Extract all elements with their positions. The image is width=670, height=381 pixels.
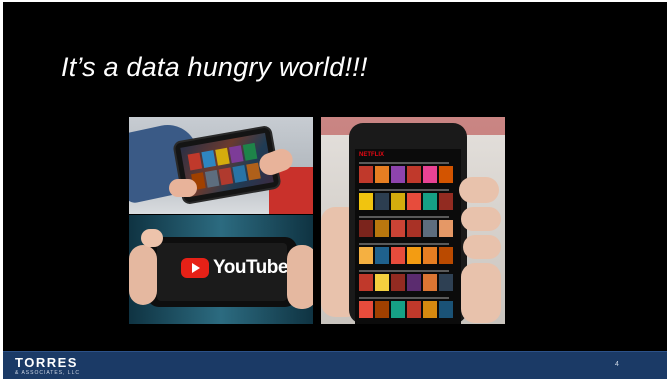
- company-logo-text: TORRES: [15, 355, 78, 370]
- youtube-phone-image: YouTube: [129, 215, 313, 324]
- company-logo-subtext: & ASSOCIATES, LLC: [15, 370, 80, 376]
- slide: It’s a data hungry world!!! YouTube NETF…: [3, 2, 667, 379]
- slide-title: It’s a data hungry world!!!: [61, 52, 368, 82]
- netflix-logo: NETFLIX: [359, 152, 384, 158]
- youtube-play-icon: [181, 258, 209, 278]
- tablet-streaming-image: [129, 117, 313, 214]
- footer-bar: TORRES & ASSOCIATES, LLC 4: [3, 351, 667, 379]
- netflix-phone-image: NETFLIX: [321, 117, 505, 324]
- youtube-wordmark: YouTube: [213, 257, 288, 278]
- slide-page-number: 4: [615, 361, 619, 368]
